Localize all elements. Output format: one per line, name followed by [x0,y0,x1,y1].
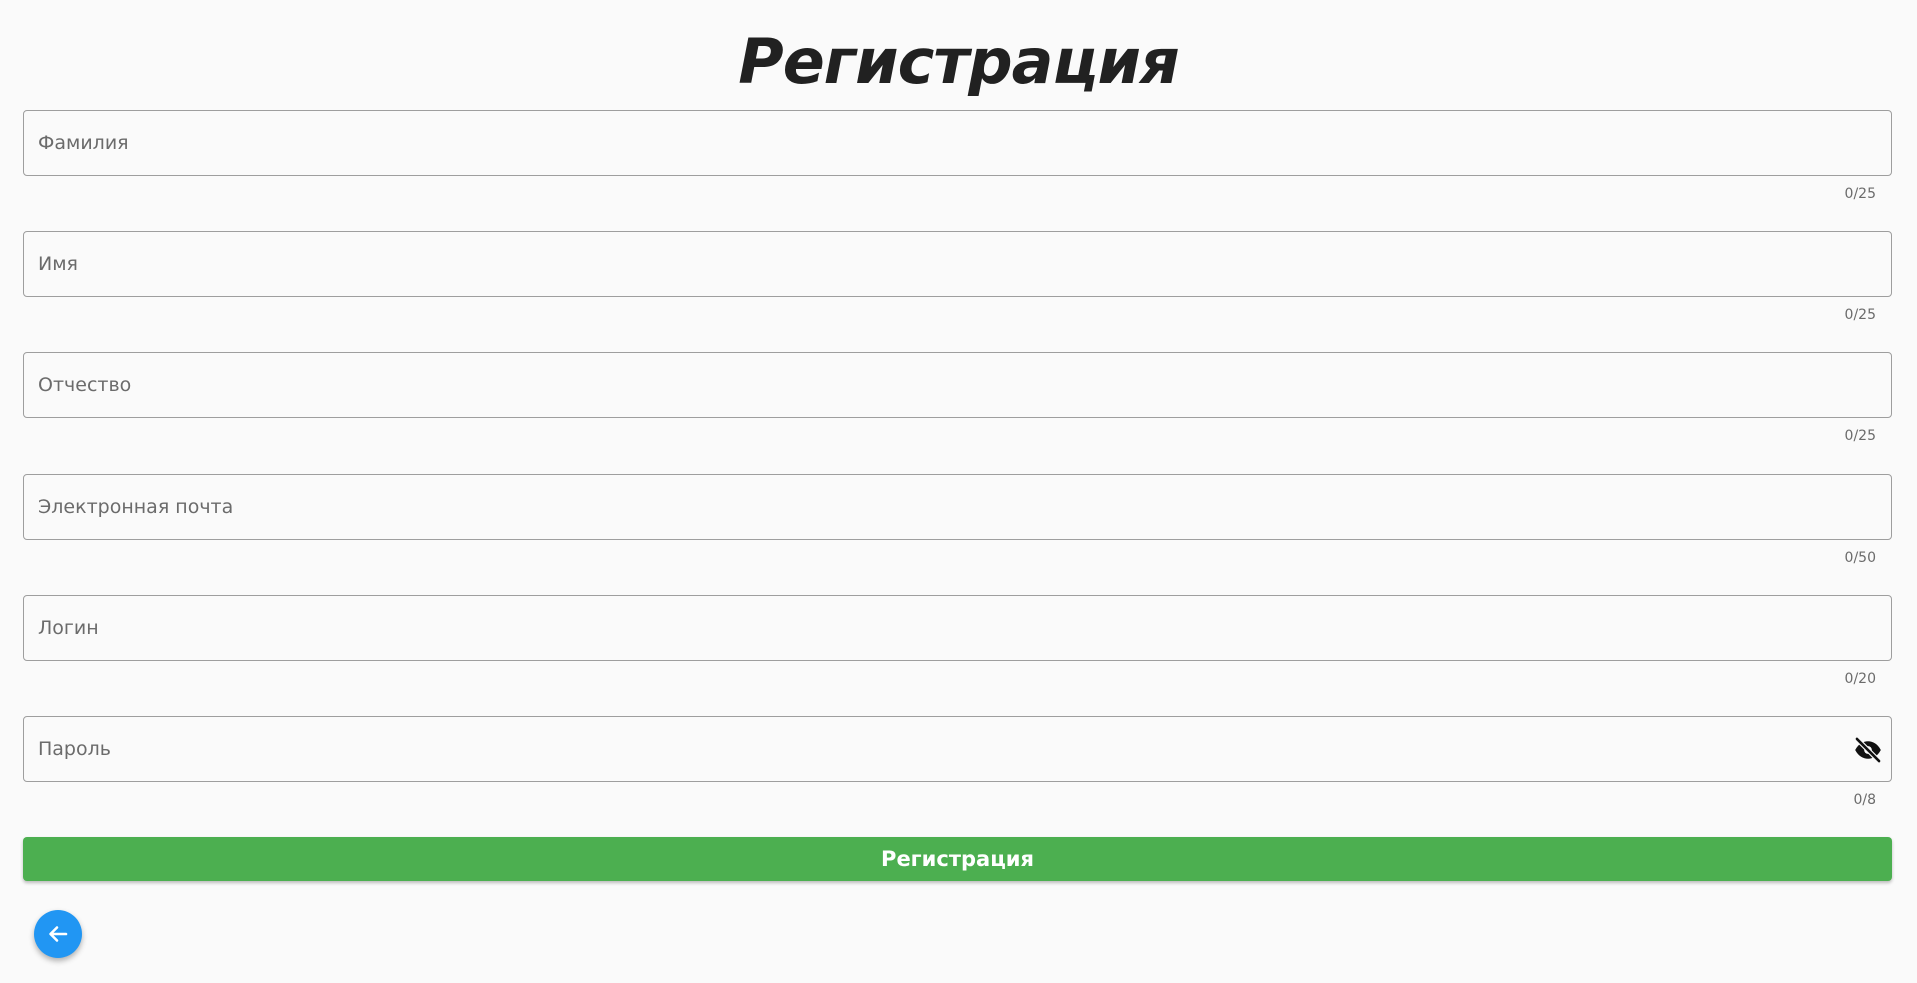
email-field: 0/50 [23,474,1892,566]
first-name-field: 0/25 [23,231,1892,323]
email-char-counter: 0/50 [1844,550,1876,566]
first-name-input[interactable] [38,232,1828,295]
login-input[interactable] [38,596,1828,659]
last-name-field: 0/25 [23,110,1892,202]
password-input[interactable] [38,717,1788,780]
first-name-input-box[interactable] [23,231,1892,297]
arrow-left-icon [46,922,70,946]
back-button[interactable] [34,910,82,958]
patronymic-input-box[interactable] [23,352,1892,418]
patronymic-field: 0/25 [23,352,1892,444]
first-name-char-counter: 0/25 [1844,307,1876,323]
password-input-box[interactable] [23,716,1892,782]
password-char-counter: 0/8 [1853,792,1876,808]
login-input-box[interactable] [23,595,1892,661]
last-name-char-counter: 0/25 [1844,186,1876,202]
password-field: 0/8 [23,716,1892,808]
login-char-counter: 0/20 [1844,671,1876,687]
email-input-box[interactable] [23,474,1892,540]
email-input[interactable] [38,475,1828,538]
patronymic-input[interactable] [38,353,1828,416]
register-button[interactable]: Регистрация [23,837,1892,881]
patronymic-char-counter: 0/25 [1844,428,1876,444]
last-name-input[interactable] [38,111,1828,174]
visibility-off-icon[interactable] [1853,735,1883,765]
login-field: 0/20 [23,595,1892,687]
last-name-input-box[interactable] [23,110,1892,176]
page-title: Регистрация [738,25,1179,98]
